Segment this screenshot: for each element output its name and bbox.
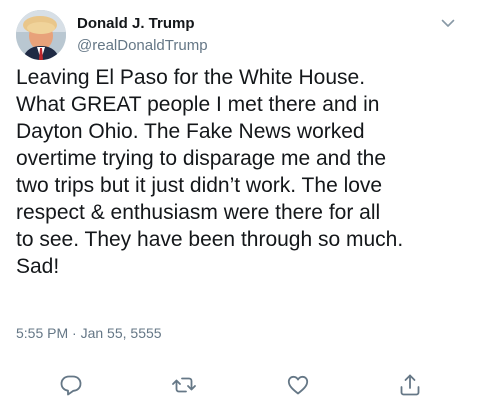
like-button[interactable] (285, 372, 311, 398)
retweet-icon (172, 377, 196, 393)
tweet-text: Leaving El Paso for the White House. Wha… (16, 66, 404, 278)
reply-button[interactable] (58, 372, 84, 398)
tweet-card: Donald J. Trump @realDonaldTrump Leaving… (0, 0, 480, 410)
tweet-time[interactable]: 5:55 PM (16, 325, 68, 341)
author-display-name[interactable]: Donald J. Trump (77, 16, 195, 32)
tweet-actions-bar (0, 372, 480, 398)
heart-icon (287, 375, 309, 395)
chevron-down-icon[interactable] (439, 14, 457, 32)
share-button[interactable] (397, 372, 423, 398)
tweet-date[interactable]: Jan 55, 5555 (81, 325, 162, 341)
share-icon (400, 374, 420, 396)
timestamp-separator: · (68, 325, 81, 341)
retweet-button[interactable] (171, 372, 197, 398)
comment-icon (60, 375, 82, 396)
tweet-timestamp: 5:55 PM · Jan 55, 5555 (16, 325, 162, 341)
author-handle[interactable]: @realDonaldTrump (77, 38, 208, 54)
avatar-photo-icon (16, 10, 66, 60)
author-avatar[interactable] (16, 10, 66, 60)
